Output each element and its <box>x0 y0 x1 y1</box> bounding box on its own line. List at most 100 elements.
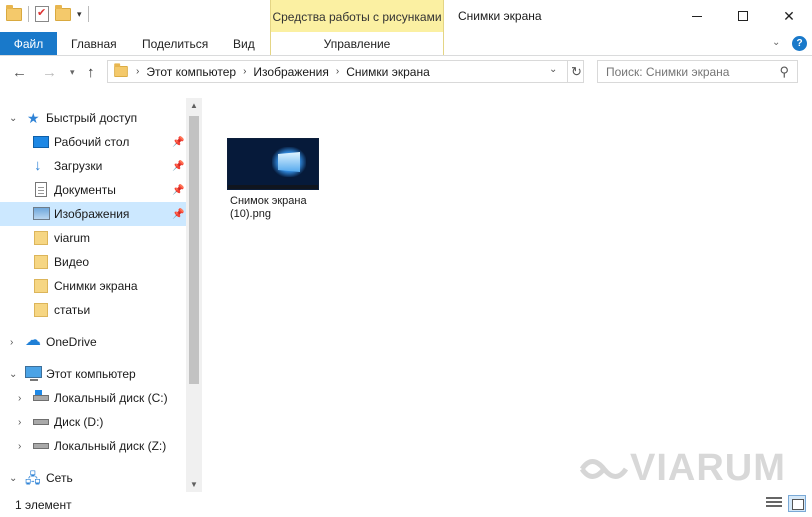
sidebar-item-screenshots[interactable]: Снимки экрана <box>0 274 186 298</box>
pin-icon[interactable]: 📌 <box>172 185 184 196</box>
chevron-right-icon[interactable]: › <box>18 417 21 428</box>
thumbnail-taskbar <box>228 185 318 189</box>
search-input[interactable] <box>606 64 766 79</box>
folder-icon <box>6 4 22 21</box>
watermark-logo-icon <box>579 459 629 479</box>
title-bar: ▾ Средства работы с рисунками Снимки экр… <box>0 0 812 33</box>
pin-icon[interactable]: 📌 <box>172 161 184 172</box>
sidebar-item-drive-c[interactable]: › Локальный диск (C:) <box>0 386 186 410</box>
watermark-text: VIARUM <box>630 447 786 489</box>
forward-button[interactable]: → <box>42 64 57 81</box>
chevron-right-icon[interactable]: › <box>18 393 21 404</box>
search-icon[interactable]: ⚲ <box>779 64 789 80</box>
pin-icon[interactable]: 📌 <box>172 137 184 148</box>
sidebar-item-desktop[interactable]: Рабочий стол 📌 <box>0 130 186 154</box>
chevron-right-icon[interactable]: › <box>243 66 246 77</box>
sidebar-item-quick-access[interactable]: ⌄ ★ Быстрый доступ <box>0 106 186 130</box>
breadcrumb-this-pc[interactable]: Этот компьютер <box>146 65 236 79</box>
chevron-down-icon[interactable]: ⌄ <box>9 473 17 484</box>
scrollbar-thumb[interactable] <box>189 116 199 384</box>
folder-icon <box>34 255 48 269</box>
sidebar-item-drive-z[interactable]: › Локальный диск (Z:) <box>0 434 186 458</box>
expand-ribbon-icon[interactable]: ⌄ <box>772 37 780 48</box>
minimize-icon <box>692 15 702 17</box>
sidebar-item-video[interactable]: Видео <box>0 250 186 274</box>
file-item[interactable]: Снимок экрана (10).png <box>224 136 324 230</box>
cloud-icon: ☁ <box>25 332 41 349</box>
item-count: 1 элемент <box>15 498 72 512</box>
new-folder-icon[interactable] <box>55 4 71 21</box>
tab-home[interactable]: Главная <box>71 32 117 55</box>
scroll-down-icon[interactable]: ▼ <box>190 480 198 489</box>
recent-locations-icon[interactable]: ▾ <box>70 67 75 78</box>
address-history-icon[interactable]: ⌄ <box>549 64 557 75</box>
folder-icon <box>114 63 128 78</box>
sidebar-item-label: Быстрый доступ <box>46 111 138 125</box>
sidebar-item-label: Рабочий стол <box>54 135 130 149</box>
sidebar-item-pictures[interactable]: Изображения 📌 <box>0 202 186 226</box>
computer-icon <box>25 366 42 381</box>
network-icon: 🖧 <box>25 470 41 486</box>
pictures-icon <box>33 207 50 220</box>
address-bar[interactable]: › Этот компьютер › Изображения › Снимки … <box>107 60 584 83</box>
file-name: Снимок экрана (10).png <box>230 195 322 221</box>
sidebar-item-label: OneDrive <box>46 335 97 349</box>
folder-icon <box>34 303 48 317</box>
download-icon: ↓ <box>34 157 42 174</box>
sidebar-item-label: Сеть <box>46 471 73 485</box>
sidebar-item-documents[interactable]: Документы 📌 <box>0 178 186 202</box>
sidebar-item-drive-d[interactable]: › Диск (D:) <box>0 410 186 434</box>
sidebar-item-onedrive[interactable]: › ☁ OneDrive <box>0 330 186 354</box>
sidebar-item-viarum[interactable]: viarum <box>0 226 186 250</box>
pin-icon[interactable]: 📌 <box>172 209 184 220</box>
chevron-right-icon[interactable]: › <box>136 66 139 77</box>
sidebar-item-label: Загрузки <box>54 159 103 173</box>
sidebar-item-label: Документы <box>54 183 116 197</box>
properties-icon[interactable] <box>35 6 49 22</box>
navigation-bar: ← → ▾ ↑ › Этот компьютер › Изображения ›… <box>0 56 812 90</box>
sidebar-item-articles[interactable]: статьи <box>0 298 186 322</box>
search-box[interactable]: ⚲ <box>597 60 798 83</box>
back-button[interactable]: ← <box>12 64 27 81</box>
star-icon: ★ <box>27 110 40 126</box>
large-icons-view-icon[interactable] <box>788 495 806 512</box>
status-bar: 1 элемент <box>0 492 812 517</box>
help-icon[interactable]: ? <box>792 36 807 51</box>
separator <box>28 6 29 22</box>
sidebar-item-network[interactable]: ⌄ 🖧 Сеть <box>0 466 186 490</box>
window-title: Снимки экрана <box>458 9 542 23</box>
chevron-down-icon[interactable]: ⌄ <box>9 369 17 380</box>
breadcrumb-screenshots[interactable]: Снимки экрана <box>346 65 430 79</box>
close-button[interactable]: ✕ <box>766 0 812 32</box>
contextual-tab-group-title: Средства работы с рисунками <box>270 0 444 33</box>
drive-icon <box>33 443 49 449</box>
maximize-button[interactable] <box>720 0 766 32</box>
details-view-icon[interactable] <box>766 497 782 511</box>
navigation-pane-scrollbar[interactable]: ▲ ▼ <box>186 98 202 492</box>
sidebar-item-label: Локальный диск (C:) <box>54 391 168 405</box>
refresh-icon[interactable]: ↻ <box>567 61 585 82</box>
folder-icon <box>34 279 48 293</box>
breadcrumb-pictures[interactable]: Изображения <box>253 65 328 79</box>
navigation-pane: ⌄ ★ Быстрый доступ Рабочий стол 📌 ↓ Загр… <box>0 98 202 492</box>
sidebar-item-label: Изображения <box>54 207 130 221</box>
scroll-up-icon[interactable]: ▲ <box>190 101 198 110</box>
file-name-line: Снимок экрана <box>230 195 307 207</box>
tab-file[interactable]: Файл <box>0 32 57 55</box>
sidebar-item-downloads[interactable]: ↓ Загрузки 📌 <box>0 154 186 178</box>
maximize-icon <box>738 11 748 21</box>
customize-toolbar-icon[interactable]: ▾ <box>77 9 82 20</box>
up-button[interactable]: ↑ <box>87 64 95 81</box>
chevron-right-icon[interactable]: › <box>336 66 339 77</box>
chevron-down-icon[interactable]: ⌄ <box>9 113 17 124</box>
tab-manage[interactable]: Управление <box>270 32 444 55</box>
sidebar-item-label: Видео <box>54 255 90 269</box>
chevron-right-icon[interactable]: › <box>18 441 21 452</box>
tab-share[interactable]: Поделиться <box>142 32 208 55</box>
chevron-right-icon[interactable]: › <box>10 337 13 348</box>
sidebar-item-this-pc[interactable]: ⌄ Этот компьютер <box>0 362 186 386</box>
minimize-button[interactable] <box>674 0 720 32</box>
file-thumbnail <box>227 138 319 190</box>
tab-view[interactable]: Вид <box>233 32 255 55</box>
sidebar-item-label: Локальный диск (Z:) <box>54 439 167 453</box>
